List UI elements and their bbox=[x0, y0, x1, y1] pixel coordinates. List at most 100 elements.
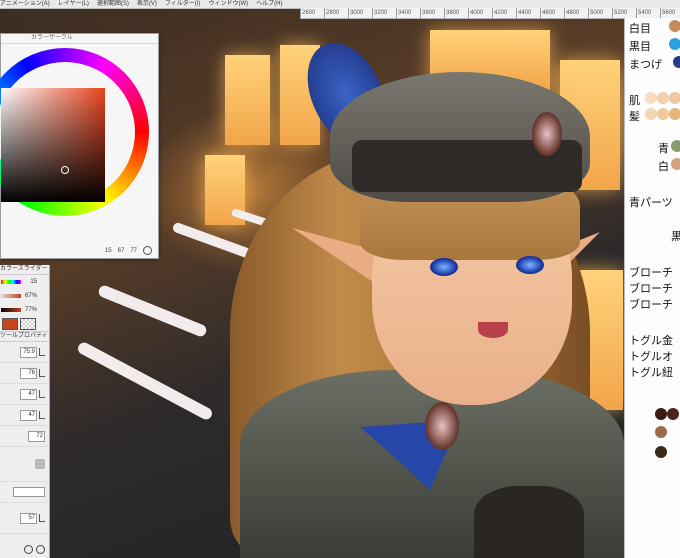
left-eye bbox=[430, 258, 458, 276]
hat-brooch bbox=[532, 112, 562, 156]
color-dot bbox=[657, 108, 669, 120]
value-slider[interactable]: 77% bbox=[0, 303, 49, 317]
color-dot bbox=[655, 446, 667, 458]
ruler-tick-label: 2800 bbox=[324, 8, 348, 18]
color-dot bbox=[671, 158, 680, 170]
ruler-tick-label: 5600 bbox=[660, 8, 680, 18]
ruler-tick-label: 5200 bbox=[612, 8, 636, 18]
ruler: 2600 2800 3000 3200 3400 3600 3800 4000 4200 4400… bbox=[300, 8, 680, 19]
right-eye bbox=[516, 256, 544, 274]
panel-title: カラースライダー bbox=[0, 265, 49, 275]
neck-brooch bbox=[425, 402, 459, 450]
color-swatches bbox=[0, 317, 49, 331]
texture-icon[interactable] bbox=[13, 487, 45, 497]
color-dot bbox=[645, 92, 657, 104]
glove bbox=[474, 486, 584, 558]
snow-ledge bbox=[96, 283, 209, 339]
ruler-tick-label: 3200 bbox=[372, 8, 396, 18]
blend-row: 47 bbox=[0, 405, 49, 426]
ruler-tick-label: 4800 bbox=[564, 8, 588, 18]
settings-icon[interactable] bbox=[143, 246, 152, 255]
window-light bbox=[225, 55, 270, 145]
color-dot bbox=[655, 408, 667, 420]
memo-label: 白 bbox=[658, 161, 669, 173]
menu-item[interactable]: アニメーション(A) bbox=[0, 0, 50, 8]
v-value: 77 bbox=[130, 247, 137, 254]
menu-item[interactable]: レイヤー(L) bbox=[58, 0, 89, 8]
dropdown-icon[interactable] bbox=[39, 369, 45, 377]
saturation-value-picker[interactable] bbox=[1, 88, 105, 202]
panel-title: カラーサークル bbox=[1, 34, 158, 44]
brightness-value[interactable]: 77% bbox=[23, 307, 37, 313]
saturation-slider[interactable]: 67% bbox=[0, 289, 49, 303]
density-field[interactable]: 47 bbox=[20, 388, 37, 400]
brush-size-field[interactable]: 75.9 bbox=[20, 346, 37, 358]
menu-item[interactable]: ウィンドウ(W) bbox=[208, 0, 248, 8]
menu-item[interactable]: 表示(V) bbox=[137, 0, 157, 8]
color-dot bbox=[673, 56, 680, 68]
picker-marker[interactable] bbox=[61, 166, 69, 174]
memo-label: ブローチ bbox=[629, 267, 673, 279]
ruler-tick-label: 5400 bbox=[636, 8, 660, 18]
saturation-value[interactable]: 67% bbox=[23, 293, 37, 299]
color-dot bbox=[669, 38, 680, 50]
texture-density-row: 57 bbox=[0, 503, 49, 534]
s-value: 67 bbox=[117, 247, 125, 254]
density-row: 47 bbox=[0, 384, 49, 405]
menu-item[interactable]: フィルター(I) bbox=[165, 0, 201, 8]
search-icon[interactable] bbox=[36, 545, 45, 554]
opacity-row: 76 bbox=[0, 363, 49, 384]
settings-icon[interactable] bbox=[24, 545, 33, 554]
dropdown-icon[interactable] bbox=[39, 348, 45, 356]
ruler-tick-label: 3000 bbox=[348, 8, 372, 18]
blend-field[interactable]: 47 bbox=[20, 409, 37, 421]
main-color-swatch[interactable] bbox=[2, 318, 18, 330]
panel-title: ツールプロパティ bbox=[0, 331, 49, 342]
ruler-tick-label: 4000 bbox=[468, 8, 492, 18]
memo-label: 白目 bbox=[629, 23, 651, 35]
memo-layer-panel: 白目 黒目 まつげ 肌 髪 青 白 青パーツ 黒 ブローチ ブローチ ブローチ … bbox=[624, 18, 680, 558]
memo-label: トグルオ bbox=[629, 351, 673, 363]
memo-label: 青パーツ bbox=[629, 197, 673, 209]
color-dot bbox=[645, 108, 657, 120]
left-panel: カラースライダー 15 67% 77% ツールプロパティ 75.9 76 47 … bbox=[0, 265, 50, 558]
ruler-tick-label: 3800 bbox=[444, 8, 468, 18]
stabilization-field[interactable]: 72 bbox=[28, 430, 45, 442]
memo-label: 髪 bbox=[629, 111, 640, 123]
h-value: 15 bbox=[104, 247, 112, 254]
memo-label: 青 bbox=[658, 143, 669, 155]
ruler-tick-label: 3600 bbox=[420, 8, 444, 18]
color-dot bbox=[669, 20, 680, 32]
texture-density-field[interactable]: 57 bbox=[20, 512, 37, 524]
opacity-field[interactable]: 76 bbox=[20, 367, 37, 379]
color-dot bbox=[655, 426, 667, 438]
memo-label: 黒目 bbox=[629, 41, 651, 53]
color-dot bbox=[669, 108, 680, 120]
menu-item[interactable]: 選択範囲(S) bbox=[97, 0, 129, 8]
memo-label: 黒 bbox=[671, 231, 680, 243]
panel-footer bbox=[24, 545, 45, 554]
brush-tip-row bbox=[0, 447, 49, 482]
brush-tip-icon[interactable] bbox=[35, 459, 45, 469]
hue-slider[interactable]: 15 bbox=[0, 275, 49, 289]
ruler-tick-label: 4400 bbox=[516, 8, 540, 18]
color-dot bbox=[667, 408, 679, 420]
memo-label: 肌 bbox=[629, 95, 640, 107]
ruler-tick-label: 2600 bbox=[300, 8, 324, 18]
dropdown-icon[interactable] bbox=[39, 390, 45, 398]
dropdown-icon[interactable] bbox=[39, 411, 45, 419]
ruler-tick-label: 4200 bbox=[492, 8, 516, 18]
texture-row bbox=[0, 482, 49, 503]
menu-item[interactable]: ヘルプ(H) bbox=[256, 0, 282, 8]
snow-ledge bbox=[75, 340, 215, 422]
ruler-tick-label: 4600 bbox=[540, 8, 564, 18]
brush-size-row: 75.9 bbox=[0, 342, 49, 363]
hue-value[interactable]: 15 bbox=[23, 279, 37, 285]
color-dot bbox=[669, 92, 680, 104]
ruler-tick-label: 3400 bbox=[396, 8, 420, 18]
transparent-swatch[interactable] bbox=[20, 318, 36, 330]
color-dot bbox=[657, 92, 669, 104]
dropdown-icon[interactable] bbox=[39, 514, 45, 522]
memo-label: トグル紐 bbox=[629, 367, 673, 379]
color-dot bbox=[671, 140, 680, 152]
